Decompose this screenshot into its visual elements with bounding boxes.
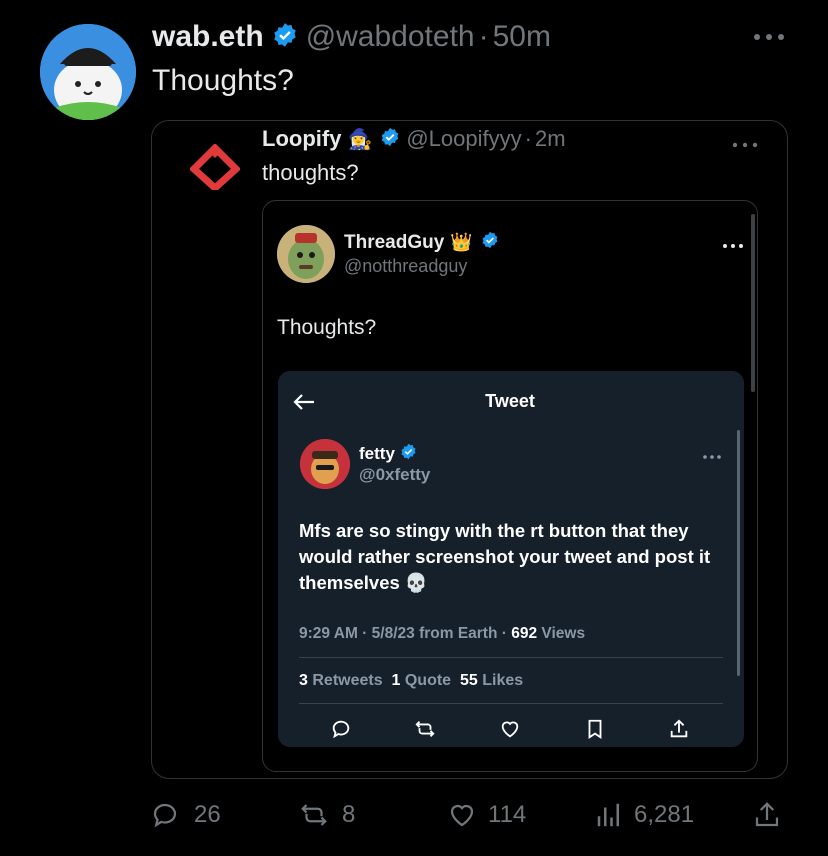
divider [299, 657, 723, 658]
quoted-tweet-text: thoughts? [262, 160, 359, 185]
retweet-icon[interactable] [296, 800, 332, 830]
quoted-author-name[interactable]: Loopify [262, 126, 341, 152]
retweet-count[interactable]: 8 [342, 801, 355, 829]
screenshot-author-name: fetty [359, 444, 395, 463]
stat-quotes-label: Quote [404, 672, 452, 689]
more-icon[interactable] [752, 24, 786, 50]
avatar-wab[interactable] [40, 24, 136, 120]
inner-author-emoji: 👑 [450, 232, 473, 252]
screenshot-tweet-stats: 3 Retweets 1 Quote 55 Likes [299, 672, 523, 690]
quoted-author-handle[interactable]: @Loopifyyy [406, 126, 521, 152]
retweet-icon [415, 721, 435, 737]
quoted-tweet-time[interactable]: 2m [535, 126, 566, 152]
author-handle[interactable]: @wabdoteth [306, 20, 475, 54]
stat-likes-count: 55 [459, 672, 478, 689]
meta-date: 5/8/23 [371, 625, 415, 642]
tweet-text: Thoughts? [152, 64, 294, 97]
loopify-logo-icon [188, 143, 242, 193]
avatar-fetty [300, 439, 350, 489]
screenshot-tweet-header: fetty [359, 443, 417, 465]
cat-avatar-icon [40, 24, 136, 120]
stat-retweets-count: 3 [299, 672, 308, 689]
outer-tweet-header: wab.eth @wabdoteth · 50m [152, 20, 551, 54]
verified-badge-icon [481, 231, 499, 254]
screenshot-header-title: Tweet [485, 391, 535, 411]
views-count[interactable]: 6,281 [634, 801, 694, 829]
screenshot-scrollbar [737, 430, 740, 676]
scrollbar[interactable] [751, 214, 755, 392]
meta-time: 9:29 AM [299, 625, 358, 642]
stat-retweets-label: Retweets [312, 672, 383, 689]
avatar-threadguy[interactable] [277, 225, 335, 283]
reply-count[interactable]: 26 [194, 801, 221, 829]
tweet-time[interactable]: 50m [493, 20, 551, 54]
verified-badge-icon [380, 127, 400, 152]
screenshot-tweet-meta: 9:29 AM · 5/8/23 from Earth · 692 Views [299, 625, 585, 643]
verified-badge-icon [400, 443, 417, 465]
author-name[interactable]: wab.eth [152, 20, 264, 54]
stat-quotes-count: 1 [391, 672, 401, 689]
like-count[interactable]: 114 [488, 801, 526, 829]
separator: · [524, 126, 532, 151]
separator: · [501, 625, 512, 642]
more-icon [702, 448, 722, 459]
more-icon[interactable] [731, 136, 759, 148]
separator: · [362, 625, 372, 642]
meta-views-label: Views [541, 625, 586, 642]
inner-author-handle[interactable]: @notthreadguy [344, 256, 467, 277]
inner-tweet-header: ThreadGuy 👑 [344, 231, 499, 254]
more-icon[interactable] [721, 237, 745, 248]
meta-source: from Earth [419, 625, 498, 642]
verified-badge-icon [272, 22, 298, 53]
screenshot-author-handle: @0xfetty [359, 465, 431, 484]
screenshot-tweet-text: Mfs are so stingy with the rt button tha… [299, 520, 711, 593]
reply-icon [332, 720, 350, 739]
divider [299, 703, 723, 704]
reply-icon[interactable] [150, 800, 180, 830]
back-arrow-icon [292, 392, 316, 412]
views-icon[interactable] [594, 800, 624, 830]
like-icon[interactable] [446, 800, 478, 830]
inner-author-name[interactable]: ThreadGuy [344, 232, 444, 254]
quoted-author-emoji: 🧙‍♀️ [347, 128, 373, 151]
share-icon [670, 719, 688, 738]
bookmark-icon [588, 719, 602, 739]
inner-tweet-text: Thoughts? [277, 316, 377, 339]
quoted-tweet-header: Loopify 🧙‍♀️ @Loopifyyy · 2m [262, 126, 566, 152]
separator: · [478, 20, 489, 53]
share-icon[interactable] [752, 800, 782, 830]
stat-likes-label: Likes [482, 672, 524, 689]
like-icon [501, 721, 519, 738]
meta-views-count: 692 [511, 625, 538, 642]
